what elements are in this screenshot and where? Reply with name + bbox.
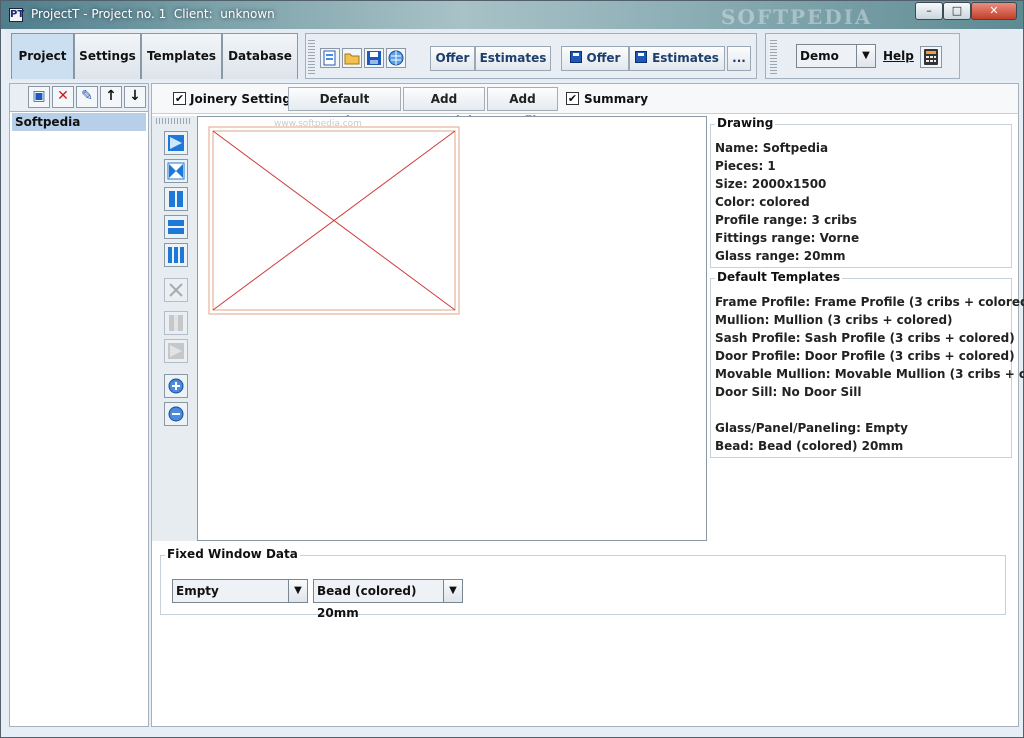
fixed-window-data: Fixed Window Data Empty ▼ Bead (colored)…: [160, 547, 1006, 620]
tab-database[interactable]: Database: [222, 33, 298, 79]
remove-tool-icon[interactable]: [164, 278, 188, 302]
window-title: ProjectT - Project no. 1 Client: unknown: [31, 7, 275, 21]
template-sash-profile: Sash Profile: Sash Profile (3 cribs + co…: [715, 331, 1015, 345]
summary-label: Summary: [584, 92, 649, 106]
project-sidebar: ▣ ✕ ✎ ↑ ↓ Softpedia: [9, 83, 149, 727]
save-estimates-label: Estimates: [652, 51, 719, 65]
offer-button[interactable]: Offer: [430, 46, 475, 71]
zoom-out-icon[interactable]: [164, 402, 188, 426]
palette-grip[interactable]: [156, 118, 192, 124]
default-templates-summary: Default Templates Frame Profile: Frame P…: [710, 270, 1024, 458]
profile-select-value: Demo: [800, 49, 839, 63]
drawing-name: Name: Softpedia: [715, 141, 829, 155]
drawing-profile-range: Profile range: 3 cribs: [715, 213, 857, 227]
frame-tool-icon[interactable]: [164, 131, 188, 155]
panel-tool-icon[interactable]: [164, 311, 188, 335]
help-link[interactable]: Help: [883, 49, 914, 63]
close-button[interactable]: ✕: [971, 2, 1017, 20]
save-icon[interactable]: [364, 48, 384, 68]
app-logo-icon: PT: [9, 8, 25, 22]
globe-icon[interactable]: [386, 48, 406, 68]
tab-templates[interactable]: Templates: [141, 33, 222, 79]
template-glass: Glass/Panel/Paneling: Empty: [715, 421, 908, 435]
default-templates-title: Default Templates: [715, 270, 843, 284]
drawing-summary-title: Drawing: [715, 116, 776, 130]
joinery-settings-label: Joinery Settings: [190, 92, 299, 106]
tab-settings[interactable]: Settings: [74, 33, 141, 79]
tool-palette: [152, 116, 198, 541]
drawing-toolbar: ✔ Joinery Settings Default Templates Add…: [152, 84, 1018, 128]
joinery-settings-checkbox[interactable]: ✔: [173, 92, 186, 105]
template-frame-profile: Frame Profile: Frame Profile (3 cribs + …: [715, 295, 1024, 309]
maximize-button[interactable]: □: [943, 2, 971, 20]
disk-icon: [569, 51, 582, 63]
move-up-icon[interactable]: ↑: [100, 86, 122, 108]
estimates-button[interactable]: Estimates: [475, 46, 551, 71]
fixed-window-title: Fixed Window Data: [165, 547, 300, 561]
watermark: SOFTPEDIA: [721, 5, 873, 29]
vertical-mullion-icon[interactable]: [164, 187, 188, 211]
sash-tool-icon[interactable]: [164, 339, 188, 363]
template-movable-mullion: Movable Mullion: Movable Mullion (3 crib…: [715, 367, 1024, 381]
add-material-button[interactable]: Add Material: [403, 87, 485, 128]
add-profile-button[interactable]: Add Profile: [487, 87, 558, 128]
template-bead: Bead: Bead (colored) 20mm: [715, 439, 904, 453]
drawing-pieces: Pieces: 1: [715, 159, 776, 173]
sidebar-toolbar: ▣ ✕ ✎ ↑ ↓: [10, 84, 148, 112]
edit-icon[interactable]: ✎: [76, 86, 98, 108]
top-bar: Project Settings Templates Database Offe…: [5, 29, 1021, 81]
bead-select[interactable]: Bead (colored) 20mm ▼: [313, 579, 463, 620]
chevron-down-icon: ▼: [856, 45, 875, 67]
more-button[interactable]: ...: [727, 46, 751, 71]
title-bar: PT ProjectT - Project no. 1 Client: unkn…: [1, 1, 1023, 29]
move-down-icon[interactable]: ↓: [124, 86, 146, 108]
summary-checkbox[interactable]: ✔: [566, 92, 579, 105]
template-door-profile: Door Profile: Door Profile (3 cribs + co…: [715, 349, 1015, 363]
profile-select[interactable]: Demo ▼: [796, 44, 876, 68]
default-templates-button[interactable]: Default Templates: [288, 87, 401, 128]
tab-project[interactable]: Project: [11, 33, 74, 79]
open-folder-icon[interactable]: [342, 48, 362, 68]
drawing-fittings-range: Fittings range: Vorne: [715, 231, 860, 245]
drawing-summary: Drawing Name: Softpedia Pieces: 1 Size: …: [710, 116, 1012, 268]
app-window: PT ProjectT - Project no. 1 Client: unkn…: [0, 0, 1024, 738]
toolbar-grip[interactable]: [770, 40, 777, 74]
drawing-size: Size: 2000x1500: [715, 177, 827, 191]
drawing-glass-range: Glass range: 20mm: [715, 249, 846, 263]
chevron-down-icon: ▼: [288, 580, 307, 602]
split-tool-icon[interactable]: [164, 159, 188, 183]
main-toolbar: Offer Estimates Offer Estimates ...: [305, 33, 757, 79]
drawing-canvas[interactable]: www.softpedia.com: [197, 116, 707, 541]
save-estimates-button[interactable]: Estimates: [629, 46, 725, 71]
drawing-color: Color: colored: [715, 195, 810, 209]
sidebar-item-softpedia[interactable]: Softpedia: [12, 113, 146, 131]
zoom-in-icon[interactable]: [164, 374, 188, 398]
delete-icon[interactable]: ✕: [52, 86, 74, 108]
horizontal-mullion-icon[interactable]: [164, 215, 188, 239]
minimize-button[interactable]: –: [915, 2, 943, 20]
main-panel: ✔ Joinery Settings Default Templates Add…: [151, 83, 1024, 727]
fill-select[interactable]: Empty ▼: [172, 579, 308, 603]
user-toolbar: Demo ▼ Help: [765, 33, 960, 79]
save-offer-label: Offer: [586, 51, 621, 65]
toolbar-grip[interactable]: [308, 40, 315, 74]
add-item-icon[interactable]: ▣: [28, 86, 50, 108]
fill-select-value: Empty: [176, 584, 219, 598]
template-mullion: Mullion: Mullion (3 cribs + colored): [715, 313, 953, 327]
new-document-icon[interactable]: [320, 48, 340, 68]
disk-icon: [635, 51, 648, 63]
triple-mullion-icon[interactable]: [164, 243, 188, 267]
chevron-down-icon: ▼: [443, 580, 462, 602]
calculator-icon[interactable]: [920, 46, 942, 68]
template-door-sill: Door Sill: No Door Sill: [715, 385, 862, 399]
save-offer-button[interactable]: Offer: [561, 46, 629, 71]
window-frame-drawing[interactable]: [198, 117, 468, 317]
bead-select-value: Bead (colored) 20mm: [317, 584, 417, 620]
